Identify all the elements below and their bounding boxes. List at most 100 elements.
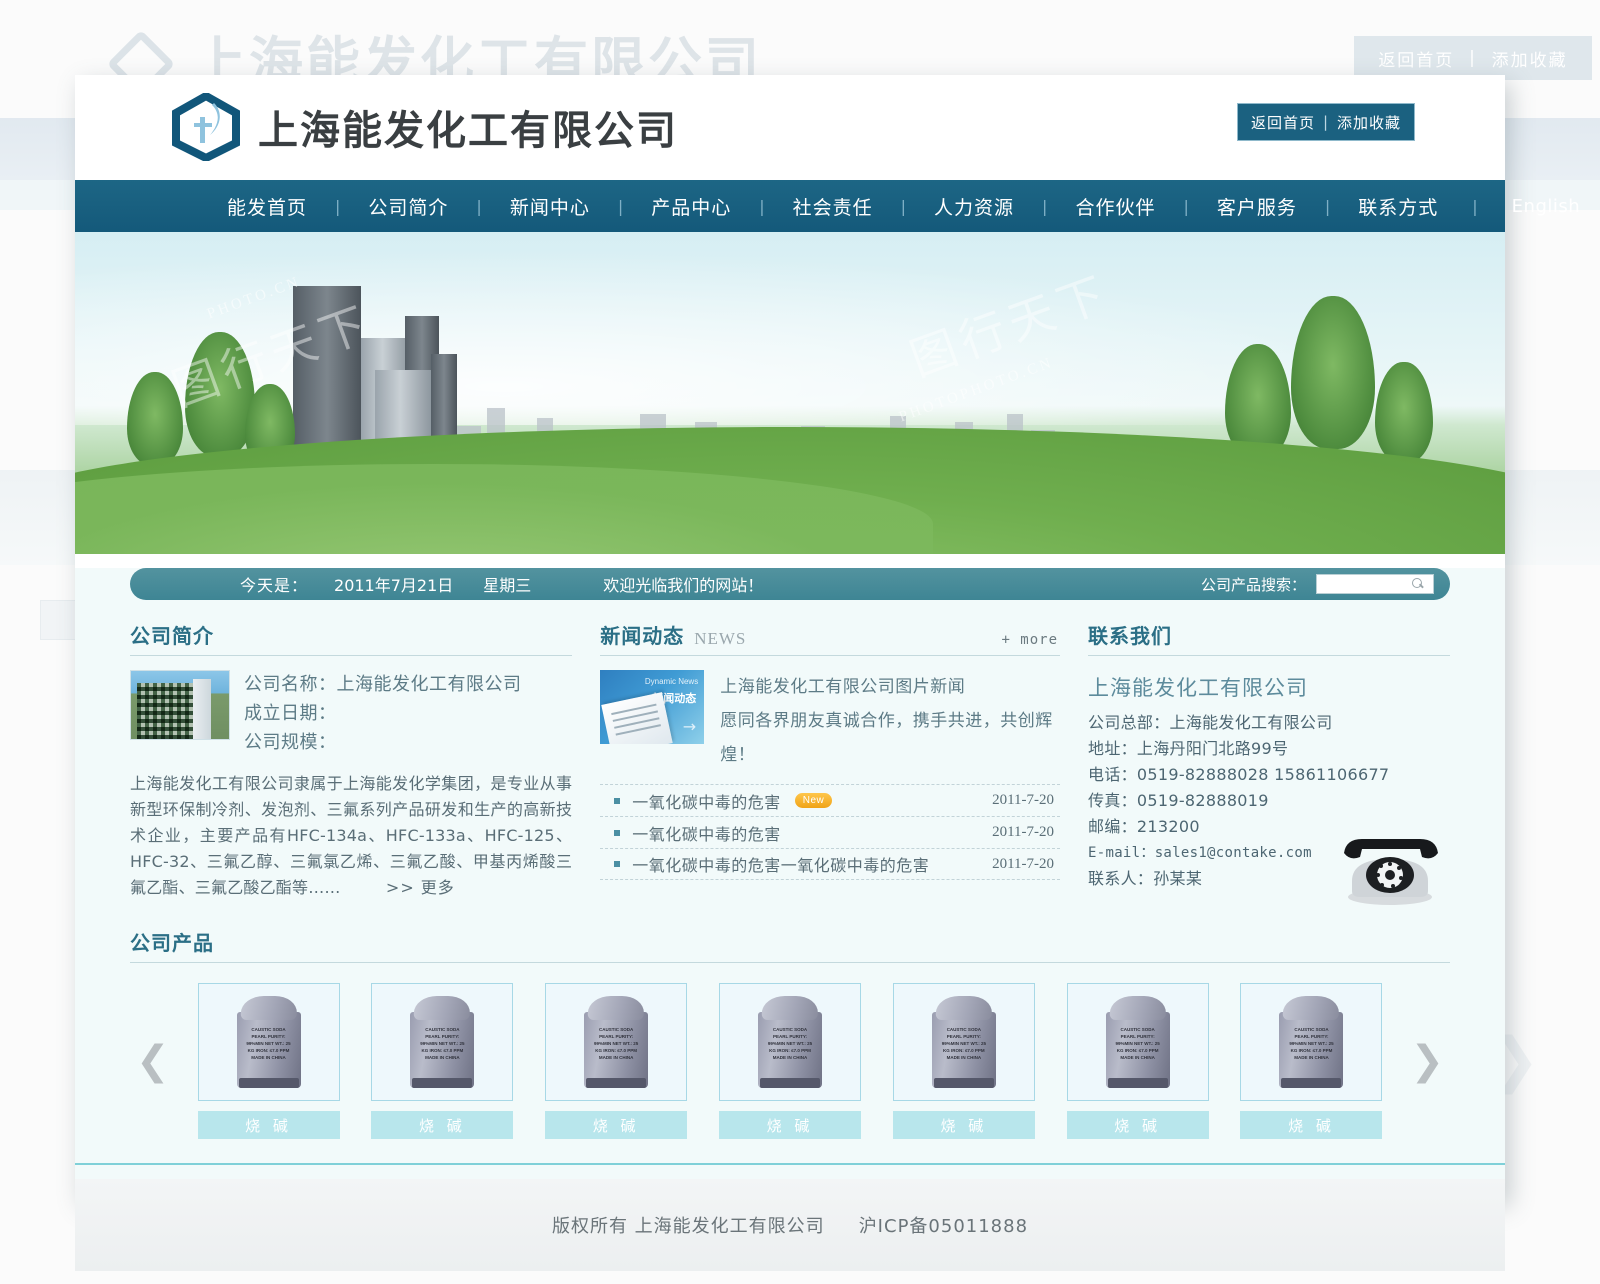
product-image[interactable]: CAUSTIC SODA PEARL PURITY: 99%MIN NET WT… <box>1066 983 1209 1101</box>
about-fields: 公司名称：上海能发化工有限公司 成立日期： 公司规模： <box>244 670 522 757</box>
caustic-soda-bag-icon: CAUSTIC SODA PEARL PURITY: 99%MIN NET WT… <box>1279 996 1344 1088</box>
search-label: 公司产品搜索： <box>1200 575 1306 594</box>
site-logo-title: 上海能发化工有限公司 <box>258 108 678 154</box>
footer-copyright: 版权所有 上海能发化工有限公司 <box>551 1216 825 1237</box>
product-item[interactable]: CAUSTIC SODA PEARL PURITY: 99%MIN NET WT… <box>1066 983 1209 1139</box>
caustic-soda-bag-icon: CAUSTIC SODA PEARL PURITY: 99%MIN NET WT… <box>1105 996 1170 1088</box>
topbar-actions[interactable]: 返回首页 | 添加收藏 <box>1237 103 1415 141</box>
magnifier-icon[interactable] <box>1412 578 1424 590</box>
nav-divider: | <box>1324 196 1331 216</box>
search-box[interactable] <box>1316 574 1434 594</box>
product-item[interactable]: CAUSTIC SODA PEARL PURITY: 99%MIN NET WT… <box>371 983 514 1139</box>
nav-divider: | <box>900 196 907 216</box>
product-image[interactable]: CAUSTIC SODA PEARL PURITY: 99%MIN NET WT… <box>719 983 861 1101</box>
chevron-left-icon[interactable]: ❮ <box>130 1041 176 1081</box>
about-field-name: 公司名称：上海能发化工有限公司 <box>244 674 522 695</box>
product-search: 公司产品搜索： <box>1201 574 1434 595</box>
background-topbar-ghost: 返回首页 | 添加收藏 <box>1354 36 1592 80</box>
news-thumb-caption-en: Dynamic News <box>644 677 699 686</box>
news-more-link[interactable]: + more <box>1001 632 1058 648</box>
news-item-title[interactable]: 一氧化碳中毒的危害一氧化碳中毒的危害 <box>632 852 929 876</box>
product-bag-text: CAUSTIC SODA PEARL PURITY: 99%MIN NET WT… <box>594 1027 639 1060</box>
nav-divider: | <box>617 196 624 216</box>
product-image[interactable]: CAUSTIC SODA PEARL PURITY: 99%MIN NET WT… <box>371 983 514 1101</box>
footer-divider <box>75 1163 1505 1165</box>
search-input[interactable] <box>1320 577 1412 591</box>
about-description-text: 上海能发化工有限公司隶属于上海能发化学集团，是专业从事新型环保制冷剂、发泡剂、三… <box>130 774 573 897</box>
products-header: 公司产品 <box>130 927 1450 963</box>
nav-item-customer-service[interactable]: 客户服务 <box>1215 193 1299 220</box>
product-item[interactable]: CAUSTIC SODA PEARL PURITY: 99%MIN NET WT… <box>1240 983 1383 1139</box>
product-item[interactable]: CAUSTIC SODA PEARL PURITY: 99%MIN NET WT… <box>892 983 1035 1139</box>
about-field-founded: 成立日期： <box>244 703 337 724</box>
nav-item-english[interactable]: English <box>1510 196 1583 217</box>
product-bag-text: CAUSTIC SODA PEARL PURITY: 99%MIN NET WT… <box>420 1027 465 1060</box>
welcome-message: 欢迎光临我们的网站！ <box>603 576 764 595</box>
bullet-icon <box>614 861 621 867</box>
arrow-right-icon: → <box>682 717 697 736</box>
bullet-icon <box>614 829 621 836</box>
news-feature[interactable]: Dynamic News 新闻动态 → 上海能发化工有限公司图片新闻 愿同各界朋… <box>600 670 1060 772</box>
nav-item-about[interactable]: 公司简介 <box>366 193 450 220</box>
hexagon-leaf-logo-icon <box>170 91 242 163</box>
caustic-soda-bag-icon: CAUSTIC SODA PEARL PURITY: 99%MIN NET WT… <box>236 996 301 1088</box>
products-section: 公司产品 ❮ CAUSTIC SODA PEARL PURITY: 99%MIN… <box>130 927 1450 1139</box>
news-list-item[interactable]: 一氧化碳中毒的危害一氧化碳中毒的危害 2011-7-20 <box>600 848 1061 880</box>
product-image[interactable]: CAUSTIC SODA PEARL PURITY: 99%MIN NET WT… <box>545 983 688 1101</box>
products-carousel: ❮ CAUSTIC SODA PEARL PURITY: 99%MIN NET … <box>130 983 1450 1139</box>
contact-phone: 电话：0519-82888028 15861106677 <box>1088 765 1390 784</box>
date-bar: 今天是： 2011年7月21日 星期三 欢迎光临我们的网站！ 公司产品搜索： <box>130 568 1450 600</box>
about-title: 公司简介 <box>130 624 214 648</box>
news-title: 新闻动态 <box>600 624 685 648</box>
nav-divider: | <box>1183 196 1189 216</box>
nav-item-social-responsibility[interactable]: 社会责任 <box>791 193 875 220</box>
news-item-date: 2011-7-20 <box>992 792 1055 808</box>
footer-icp: 沪ICP备05011888 <box>858 1216 1029 1237</box>
caustic-soda-bag-icon: CAUSTIC SODA PEARL PURITY: 99%MIN NET WT… <box>931 996 996 1088</box>
product-label: 烧 碱 <box>719 1111 861 1139</box>
back-home-link[interactable]: 返回首页 <box>1251 112 1315 133</box>
nav-item-home[interactable]: 能发首页 <box>225 193 309 220</box>
product-label: 烧 碱 <box>197 1111 340 1139</box>
product-label: 烧 碱 <box>371 1111 514 1139</box>
product-image[interactable]: CAUSTIC SODA PEARL PURITY: 99%MIN NET WT… <box>197 983 340 1101</box>
nav-item-products[interactable]: 产品中心 <box>649 193 733 220</box>
news-feature-line1: 上海能发化工有限公司图片新闻 <box>720 677 966 697</box>
news-list-item[interactable]: 一氧化碳中毒的危害 2011-7-20 <box>600 816 1061 848</box>
nav-item-news[interactable]: 新闻中心 <box>508 193 592 220</box>
caustic-soda-bag-icon: CAUSTIC SODA PEARL PURITY: 99%MIN NET WT… <box>584 996 649 1088</box>
hero-banner: PHOTO.CN 图行天下 图行天下 PHOTOPHOTO.CN <box>75 232 1505 554</box>
news-list-item[interactable]: 一氧化碳中毒的危害 New 2011-7-20 <box>600 784 1061 816</box>
about-more-link[interactable]: >> 更多 <box>386 878 455 897</box>
news-new-badge: New <box>794 793 833 808</box>
today-label: 今天是： <box>240 576 309 595</box>
chevron-right-icon[interactable]: ❯ <box>1404 1041 1450 1081</box>
product-label: 烧 碱 <box>1240 1111 1383 1139</box>
news-item-title[interactable]: 一氧化碳中毒的危害 <box>632 789 781 813</box>
product-label: 烧 碱 <box>892 1111 1035 1139</box>
about-field-scale: 公司规模： <box>244 732 337 753</box>
three-column-area: 公司简介 公司名称：上海能发化工有限公司 成立日期： 公司规模： 上海能发化工有… <box>130 620 1450 905</box>
product-item[interactable]: CAUSTIC SODA PEARL PURITY: 99%MIN NET WT… <box>545 983 688 1139</box>
nav-item-partners[interactable]: 合作伙伴 <box>1073 193 1157 220</box>
contact-fax: 传真：0519-82888019 <box>1088 791 1269 810</box>
nav-divider: | <box>1042 196 1048 216</box>
product-image[interactable]: CAUSTIC SODA PEARL PURITY: 99%MIN NET WT… <box>892 983 1035 1101</box>
product-bag-text: CAUSTIC SODA PEARL PURITY: 99%MIN NET WT… <box>767 1027 813 1060</box>
site-logo[interactable]: 上海能发化工有限公司 <box>170 91 678 163</box>
news-item-title[interactable]: 一氧化碳中毒的危害 <box>632 821 781 845</box>
news-section-header: 新闻动态 NEWS + more <box>600 620 1061 656</box>
nav-item-hr[interactable]: 人力资源 <box>932 193 1016 220</box>
product-image[interactable]: CAUSTIC SODA PEARL PURITY: 99%MIN NET WT… <box>1240 983 1383 1101</box>
product-label: 烧 碱 <box>1066 1111 1209 1139</box>
topbar-separator: | <box>1322 113 1330 131</box>
contact-column: 联系我们 上海能发化工有限公司 公司总部：上海能发化工有限公司 地址：上海丹阳门… <box>1088 620 1450 905</box>
product-item[interactable]: CAUSTIC SODA PEARL PURITY: 99%MIN NET WT… <box>719 983 861 1139</box>
caustic-soda-bag-icon: CAUSTIC SODA PEARL PURITY: 99%MIN NET WT… <box>410 996 475 1088</box>
nav-divider: | <box>335 196 341 216</box>
product-label: 烧 碱 <box>545 1111 688 1139</box>
news-item-date: 2011-7-20 <box>992 824 1055 840</box>
nav-item-contact[interactable]: 联系方式 <box>1356 193 1440 220</box>
product-item[interactable]: CAUSTIC SODA PEARL PURITY: 99%MIN NET WT… <box>197 983 340 1139</box>
add-favorite-link[interactable]: 添加收藏 <box>1337 112 1401 133</box>
